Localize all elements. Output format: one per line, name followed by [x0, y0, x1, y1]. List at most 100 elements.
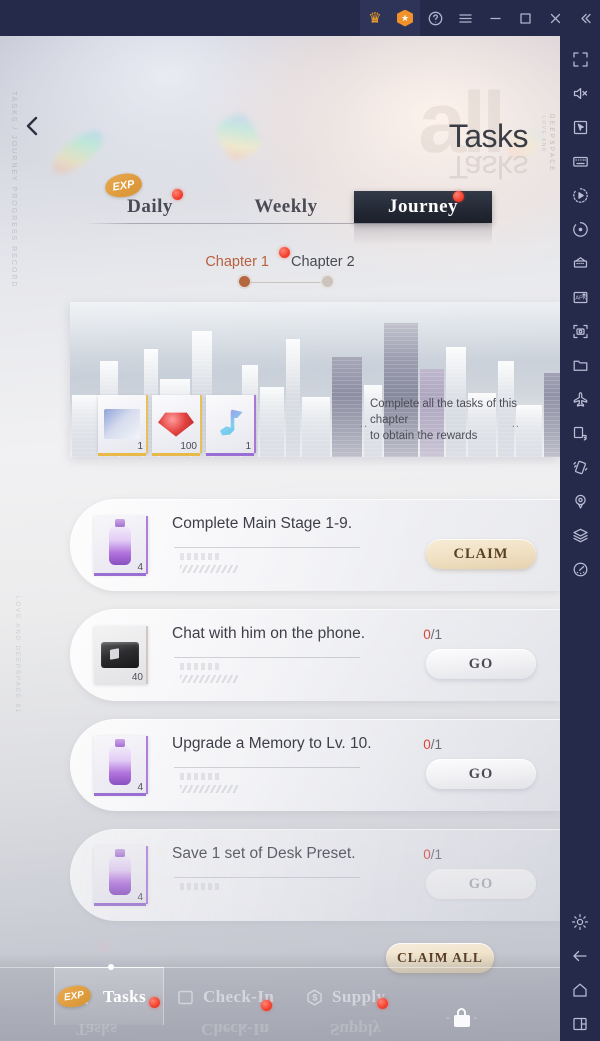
- settings-gear-icon[interactable]: [560, 905, 600, 939]
- task-progress: 0/1: [423, 847, 442, 862]
- back-chevron-icon[interactable]: [20, 112, 44, 140]
- chapter-1-dot[interactable]: [239, 276, 250, 287]
- task-reward-icon[interactable]: 4: [94, 736, 148, 796]
- task-body: Chat with him on the phone. 0/1 GO: [172, 619, 560, 691]
- task-progress-den: /1: [430, 627, 442, 642]
- task-ghost-hatch: [180, 675, 238, 683]
- task-ghost-hatch: [180, 785, 238, 793]
- task-progress-num: 0: [423, 627, 431, 642]
- rarity-bar: [94, 793, 146, 796]
- title-bar: ♛ ★: [0, 0, 600, 36]
- tab-journey[interactable]: Journey: [354, 191, 492, 223]
- task-reward-icon[interactable]: 4: [94, 516, 148, 576]
- mute-icon[interactable]: [560, 76, 600, 110]
- task-progress-den: /1: [430, 737, 442, 752]
- keymapping-icon[interactable]: [560, 144, 600, 178]
- go-button[interactable]: GO: [426, 869, 536, 899]
- airplane-icon[interactable]: [560, 382, 600, 416]
- collapse-sidebar-button[interactable]: [570, 0, 600, 36]
- macro-record-icon[interactable]: [560, 178, 600, 212]
- task-row[interactable]: 40 Chat with him on the phone. 0/1 GO: [70, 609, 560, 701]
- back-arrow-icon[interactable]: [560, 939, 600, 973]
- close-button[interactable]: [540, 0, 570, 36]
- rotate-screen-icon[interactable]: [560, 416, 600, 450]
- reward-card-icon: [104, 409, 140, 439]
- chapter-reward-banner[interactable]: 1 100 1 .. .. Complete all the tasks of …: [70, 302, 560, 457]
- claim-button[interactable]: CLAIM: [426, 539, 536, 569]
- potion-icon: [109, 739, 131, 785]
- sync-icon[interactable]: [560, 212, 600, 246]
- location-icon[interactable]: [560, 484, 600, 518]
- reward-quantity: 1: [137, 441, 143, 452]
- go-button[interactable]: GO: [426, 649, 536, 679]
- task-reward-quantity: 4: [137, 562, 143, 573]
- brand-vertical-subtext: LOVE AND: [540, 116, 546, 154]
- task-row[interactable]: 4 Save 1 set of Desk Preset. 0/1 GO: [70, 829, 560, 921]
- bottom-nav-checkin[interactable]: Check-In: [176, 979, 274, 1015]
- tab-weekly[interactable]: Weekly: [226, 191, 346, 223]
- page-title-reflection: Tasks: [448, 149, 528, 185]
- task-list: 4 Complete Main Stage 1-9. CLAIM 40 Chat…: [70, 499, 560, 939]
- task-progress: 0/1: [423, 627, 442, 642]
- layers-icon[interactable]: [560, 518, 600, 552]
- home-icon[interactable]: [560, 973, 600, 1007]
- chapter-2-dot[interactable]: [322, 276, 333, 287]
- bottom-nav-supply[interactable]: Supply: [305, 979, 385, 1015]
- lens-flare: [100, 941, 116, 951]
- lock-dash-right: -: [473, 1011, 478, 1024]
- reward-item[interactable]: 100: [152, 395, 202, 456]
- lock-dash-left: -: [446, 1011, 450, 1024]
- reward-item[interactable]: 1: [206, 395, 256, 456]
- folder-icon[interactable]: [560, 348, 600, 382]
- task-title: Save 1 set of Desk Preset.: [172, 845, 356, 862]
- task-title: Complete Main Stage 1-9.: [172, 515, 353, 532]
- checkbox-icon: [178, 990, 193, 1004]
- go-button[interactable]: GO: [426, 759, 536, 789]
- help-button[interactable]: [420, 0, 450, 36]
- minimize-button[interactable]: [480, 0, 510, 36]
- premium-crown-icon[interactable]: ♛: [360, 0, 390, 36]
- task-row[interactable]: 4 Complete Main Stage 1-9. CLAIM: [70, 499, 560, 591]
- lens-flare: [46, 123, 110, 181]
- recents-icon[interactable]: [560, 1007, 600, 1041]
- chapter-2-tab[interactable]: Chapter 2: [291, 254, 355, 270]
- task-progress-num: 0: [423, 847, 431, 862]
- task-ghost-text: [180, 773, 220, 780]
- task-divider: [174, 767, 360, 768]
- multi-instance-icon[interactable]: [560, 246, 600, 280]
- chapter-1-tab[interactable]: Chapter 1: [205, 254, 269, 270]
- supply-box-icon: [101, 642, 139, 668]
- chapter-track-line: [244, 281, 328, 283]
- shake-icon[interactable]: [560, 450, 600, 484]
- screenshot-icon[interactable]: [560, 314, 600, 348]
- task-reward-quantity: 40: [131, 672, 143, 683]
- shield-badge-icon[interactable]: ★: [390, 0, 420, 36]
- task-reward-icon[interactable]: 4: [94, 846, 148, 906]
- tab-shadow: [354, 223, 492, 245]
- reward-item[interactable]: 1: [98, 395, 148, 456]
- task-reward-icon[interactable]: 40: [94, 626, 148, 684]
- install-apk-icon[interactable]: APK: [560, 280, 600, 314]
- app-window: ♛ ★ TASKS / JOURNEY PROGRESS RECORD LOVE…: [0, 0, 600, 1041]
- performance-icon[interactable]: [560, 552, 600, 586]
- cursor-icon[interactable]: [560, 110, 600, 144]
- task-divider: [174, 547, 360, 548]
- tab-daily[interactable]: Daily: [84, 191, 216, 223]
- task-row[interactable]: 4 Upgrade a Memory to Lv. 10. 0/1 GO: [70, 719, 560, 811]
- maximize-button[interactable]: [510, 0, 540, 36]
- reward-quantity: 1: [245, 441, 251, 452]
- rarity-bar: [94, 903, 146, 906]
- task-body: Save 1 set of Desk Preset. 0/1 GO: [172, 839, 560, 911]
- task-reward-quantity: 4: [137, 782, 143, 793]
- shield-icon: ★: [397, 9, 413, 27]
- task-ghost-text: [180, 883, 220, 890]
- bottom-nav-checkin-reflection: Check-In: [201, 1020, 270, 1039]
- supply-icon: [307, 988, 322, 1006]
- task-progress-den: /1: [430, 847, 442, 862]
- reward-quantity: 100: [180, 441, 197, 452]
- menu-button[interactable]: [450, 0, 480, 36]
- banner-dots-left: ..: [360, 418, 369, 430]
- fullscreen-icon[interactable]: [560, 42, 600, 76]
- task-title: Upgrade a Memory to Lv. 10.: [172, 735, 372, 752]
- task-reward-quantity: 4: [137, 892, 143, 903]
